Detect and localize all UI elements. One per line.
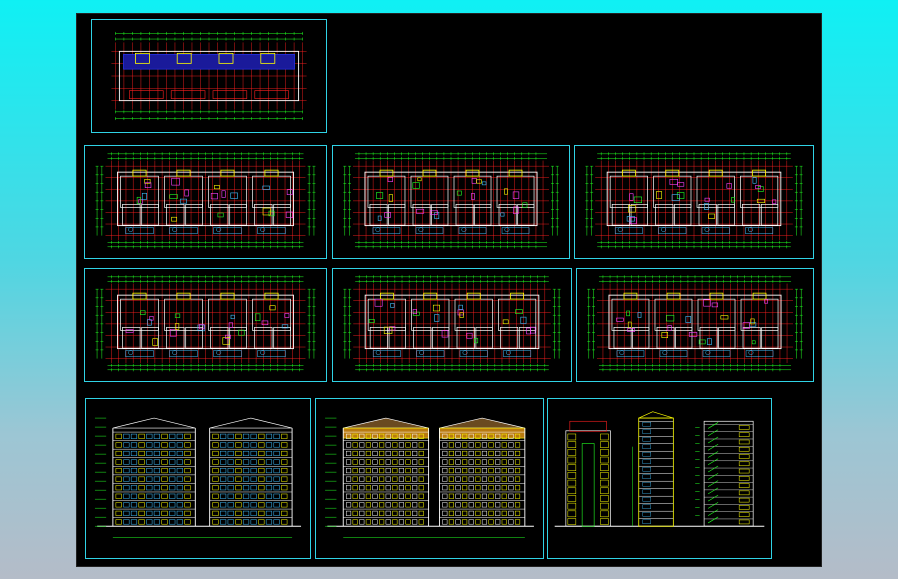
floor-plan-drawing-5 [95,275,316,372]
plan-frame-5 [84,268,327,382]
elevation-frame-2 [315,398,544,559]
elevation-drawing-1 [94,417,302,538]
floor-plan-drawing-3 [343,152,559,249]
elevation-frame-1 [85,398,311,559]
plan-frame-1 [91,19,327,133]
plan-frame-7 [576,268,814,382]
plan-frame-3 [332,145,570,259]
plan-frame-4 [574,145,814,259]
floor-plan-drawing-7 [587,275,803,372]
drawing-sheet [77,14,821,566]
section-drawing [554,411,765,527]
floor-plan-drawing-4 [585,152,803,249]
plan-frame-6 [332,268,572,382]
floor-plan-drawing-1 [111,31,307,121]
section-frame [547,398,772,559]
elevation-drawing-2 [325,417,534,538]
plan-frame-2 [84,145,327,259]
floor-plan-drawing-2 [95,152,316,249]
floor-plan-drawing-6 [343,275,561,372]
